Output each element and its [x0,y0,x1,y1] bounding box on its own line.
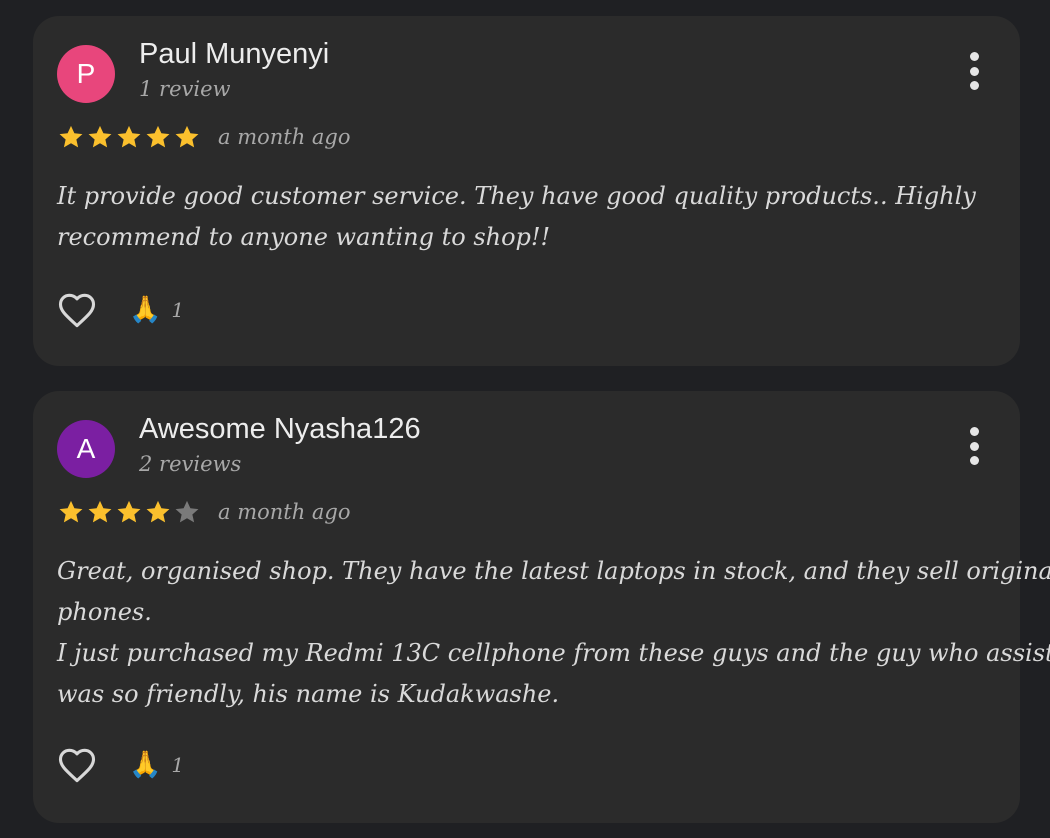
more-options-button[interactable] [962,52,986,90]
avatar-letter: A [76,433,96,464]
review-actions: 🙏 1 [55,743,184,787]
star-icon [146,125,170,148]
review-text-line: recommend to anyone wanting to shop!! [57,223,551,251]
more-vert-icon [969,52,979,61]
star-empty-icon [175,500,199,523]
more-options-button[interactable] [962,427,986,465]
review-text-line: Great, organised shop. They have the lat… [57,557,1050,585]
reaction-chip[interactable]: 🙏 1 [129,752,184,778]
star-icon [59,500,83,523]
reaction-count: 1 [171,298,185,322]
reviews-list: P Paul Munyenyi 1 review a month ago It … [0,0,1050,838]
folded-hands-icon: 🙏 [129,750,162,779]
reaction-count: 1 [171,753,185,777]
star-rating [57,498,202,526]
more-vert-icon-dot [969,441,979,451]
rating-row: a month ago [57,122,351,152]
heart-outline-icon[interactable] [55,288,99,332]
author-name[interactable]: Awesome Nyasha126 [139,413,421,446]
star-icon [146,500,170,523]
avatar[interactable]: P [57,45,115,103]
review-text-line: It provide good customer service. They h… [57,182,976,210]
star-icon [117,125,141,148]
avatar-letter: P [76,58,96,89]
star-icon [59,125,83,148]
star-icon [175,125,199,148]
reaction-chip[interactable]: 🙏 1 [129,297,184,323]
review-text-line: I just purchased my Redmi 13C cellphone … [57,639,1050,667]
author-review-count: 1 review [139,77,231,101]
review-card: A Awesome Nyasha126 2 reviews a month ag… [33,391,1050,823]
more-vert-icon-dot [969,456,979,465]
review-time: a month ago [218,500,351,524]
review-actions: 🙏 1 [55,288,184,332]
review-card: P Paul Munyenyi 1 review a month ago It … [33,16,1020,366]
folded-hands-icon: 🙏 [129,295,162,324]
author-name[interactable]: Paul Munyenyi [139,38,329,71]
star-icon [117,500,141,523]
review-text-line: was so friendly, his name is Kudakwashe. [57,680,560,708]
review-time: a month ago [218,125,351,149]
more-vert-icon-dot [969,81,979,90]
more-vert-icon [969,427,979,436]
review-text: Great, organised shop. They have the lat… [57,551,1050,715]
star-rating [57,123,202,151]
star-icon [88,500,112,523]
review-text-line: phones. [57,598,152,626]
heart-outline-icon[interactable] [55,743,99,787]
rating-row: a month ago [57,497,351,527]
avatar[interactable]: A [57,420,115,478]
review-text: It provide good customer service. They h… [57,176,1007,258]
more-vert-icon-dot [969,66,979,76]
author-review-count: 2 reviews [139,452,242,476]
star-icon [88,125,112,148]
